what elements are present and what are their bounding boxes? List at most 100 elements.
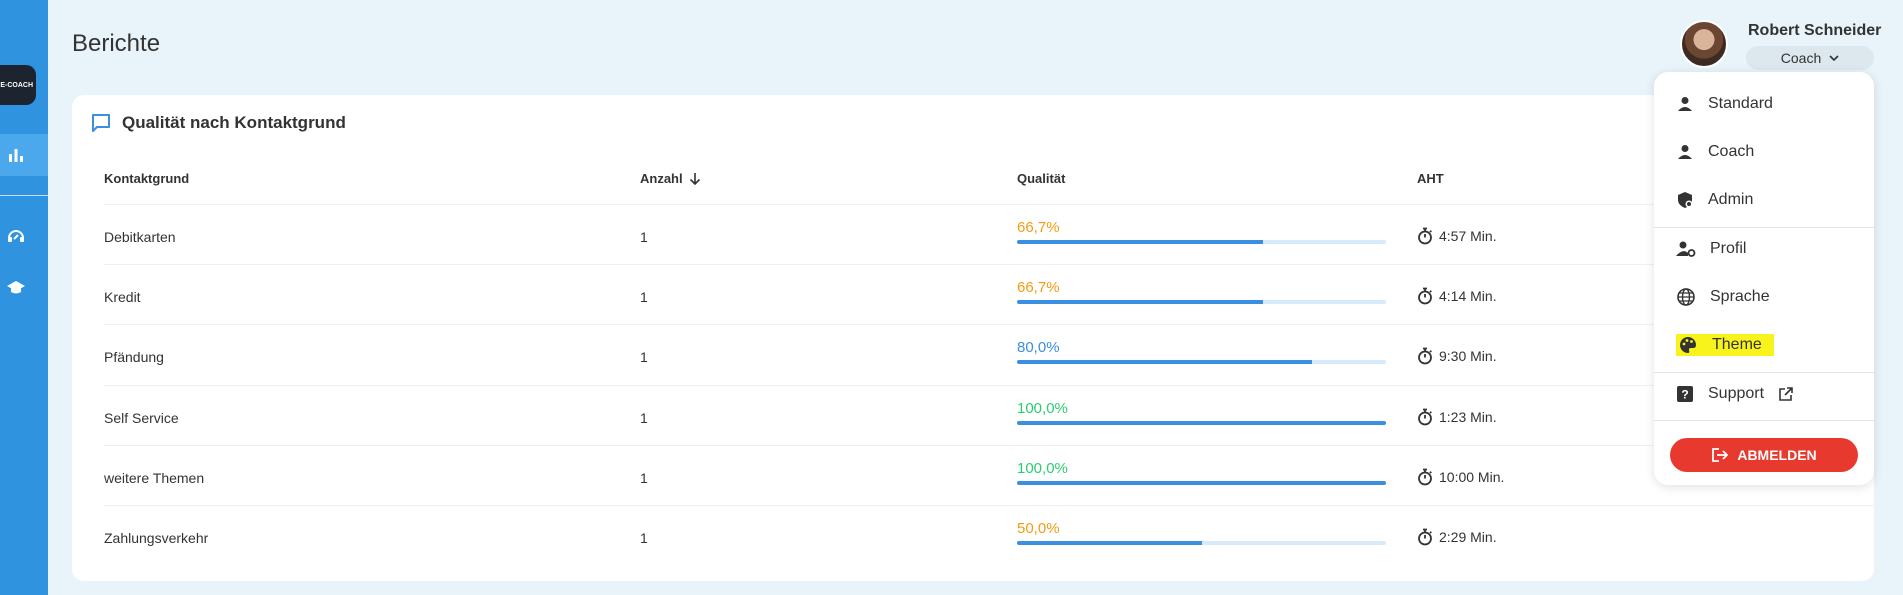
cell-aht: 4:14 Min. — [1417, 287, 1497, 305]
card-header: Qualität nach Kontaktgrund — [90, 112, 346, 134]
cell-kontaktgrund: Kredit — [104, 289, 141, 306]
chat-bubble-icon — [92, 114, 110, 132]
menu-divider — [1654, 227, 1874, 228]
quality-bar — [1017, 360, 1386, 365]
cell-aht: 10:00 Min. — [1417, 468, 1504, 486]
stopwatch-icon — [1418, 468, 1432, 486]
bar-chart-icon[interactable] — [0, 143, 32, 167]
quality-value: 66,7% — [1017, 219, 1060, 236]
aht-value: 1:23 Min. — [1439, 408, 1497, 425]
stopwatch-icon — [1418, 347, 1432, 365]
aht-value: 4:14 Min. — [1439, 288, 1497, 305]
quality-bar-fill — [1017, 480, 1386, 485]
svg-text:?: ? — [1681, 388, 1688, 402]
cell-qualitaet: 66,7% — [1017, 279, 1386, 305]
cell-qualitaet: 100,0% — [1017, 460, 1386, 485]
globe-icon — [1677, 288, 1695, 306]
logout-label: ABMELDEN — [1737, 447, 1817, 463]
table-row: weitere Themen 1 100,0% 10:00 Min. — [104, 444, 1874, 505]
person-icon — [1678, 97, 1692, 111]
logout-icon — [1712, 448, 1729, 462]
nav-divider — [0, 195, 48, 196]
column-label: Kontaktgrund — [104, 171, 190, 186]
table-row: Self Service 1 100,0% 1:23 Min. — [104, 384, 1874, 445]
aht-value: 10:00 Min. — [1439, 468, 1505, 485]
menu-item-standard[interactable]: Standard — [1654, 84, 1874, 124]
user-name: Robert Schneider — [1748, 22, 1882, 39]
aht-value: 9:30 Min. — [1439, 348, 1497, 365]
menu-item-label: Coach — [1708, 143, 1755, 160]
quality-bar-fill — [1017, 420, 1386, 425]
quality-bar — [1017, 420, 1386, 425]
menu-item-label: Theme — [1712, 336, 1762, 353]
card-title: Qualität nach Kontaktgrund — [122, 113, 346, 132]
headset-icon[interactable] — [0, 223, 32, 247]
column-header-aht[interactable]: AHT — [1417, 171, 1444, 186]
page-title: Berichte — [72, 30, 161, 57]
column-label: Qualität — [1017, 171, 1066, 186]
sort-arrow-down-icon — [689, 172, 700, 185]
column-header-anzahl[interactable]: Anzahl — [640, 171, 701, 186]
cell-qualitaet: 50,0% — [1017, 520, 1386, 545]
cell-kontaktgrund: Pfändung — [104, 349, 164, 366]
menu-item-sprache[interactable]: Sprache — [1654, 277, 1874, 317]
quality-value: 80,0% — [1017, 339, 1060, 357]
quality-bar — [1017, 240, 1386, 244]
table-row: Debitkarten 1 66,7% 4:57 Min. — [104, 204, 1874, 264]
menu-item-theme[interactable]: Theme — [1654, 325, 1874, 365]
quality-bar-fill — [1017, 360, 1313, 365]
cell-aht: 9:30 Min. — [1417, 347, 1497, 365]
report-card: Qualität nach Kontaktgrund Kontaktgrund … — [72, 95, 1874, 581]
role-select[interactable]: Coach — [1746, 46, 1874, 70]
highlight-mark: Theme — [1676, 334, 1774, 356]
quality-bar-fill — [1017, 240, 1264, 244]
cell-anzahl: 1 — [640, 469, 648, 486]
menu-item-coach[interactable]: Coach — [1654, 132, 1874, 172]
cell-aht: 4:57 Min. — [1417, 227, 1497, 245]
menu-item-profil[interactable]: Profil — [1654, 229, 1874, 269]
cell-anzahl: 1 — [640, 349, 648, 366]
menu-item-label: Support — [1708, 385, 1765, 402]
menu-item-admin[interactable]: Admin — [1654, 180, 1874, 220]
stopwatch-icon — [1418, 528, 1432, 546]
cell-qualitaet: 66,7% — [1017, 219, 1386, 244]
admin-shield-icon — [1678, 192, 1693, 208]
menu-item-support[interactable]: ? Support — [1654, 374, 1874, 414]
user-menu: Standard Coach Admin Profil Sprache Them… — [1654, 72, 1874, 485]
cell-qualitaet: 100,0% — [1017, 400, 1386, 425]
table-row: Zahlungsverkehr 1 50,0% 2:29 Min. — [104, 505, 1874, 565]
external-link-icon — [1779, 387, 1793, 401]
logout-button[interactable]: ABMELDEN — [1670, 438, 1858, 472]
quality-bar-fill — [1017, 541, 1202, 545]
column-label: Anzahl — [640, 171, 683, 186]
cell-aht: 1:23 Min. — [1417, 408, 1497, 426]
cell-anzahl: 1 — [640, 530, 648, 546]
quality-bar — [1017, 300, 1386, 305]
cell-kontaktgrund: Zahlungsverkehr — [104, 530, 209, 546]
palette-icon — [1680, 337, 1696, 353]
quality-value: 100,0% — [1017, 399, 1068, 417]
quality-value: 66,7% — [1017, 279, 1060, 297]
stopwatch-icon — [1418, 227, 1432, 245]
cell-kontaktgrund: weitere Themen — [104, 469, 205, 486]
cell-anzahl: 1 — [640, 409, 648, 426]
column-label: AHT — [1417, 171, 1444, 186]
quality-value: 100,0% — [1017, 459, 1068, 477]
column-header-kontaktgrund[interactable]: Kontaktgrund — [104, 171, 189, 186]
avatar[interactable] — [1680, 20, 1728, 68]
stopwatch-icon — [1418, 287, 1432, 305]
quality-bar — [1017, 541, 1386, 545]
app-logo[interactable]: E-COACH — [0, 65, 36, 105]
graduation-cap-icon[interactable] — [0, 276, 32, 300]
menu-item-label: Profil — [1710, 240, 1747, 257]
cell-kontaktgrund: Debitkarten — [104, 229, 176, 245]
role-select-value: Coach — [1780, 50, 1822, 66]
menu-divider — [1654, 420, 1874, 421]
menu-item-label: Standard — [1708, 95, 1773, 112]
quality-value: 50,0% — [1017, 520, 1060, 537]
table-row: Kredit 1 66,7% 4:14 Min. — [104, 264, 1874, 324]
app-logo-text: E-COACH — [0, 81, 33, 89]
quality-bar-fill — [1017, 300, 1264, 305]
column-header-qualitaet[interactable]: Qualität — [1017, 171, 1065, 186]
cell-aht: 2:29 Min. — [1417, 528, 1497, 546]
